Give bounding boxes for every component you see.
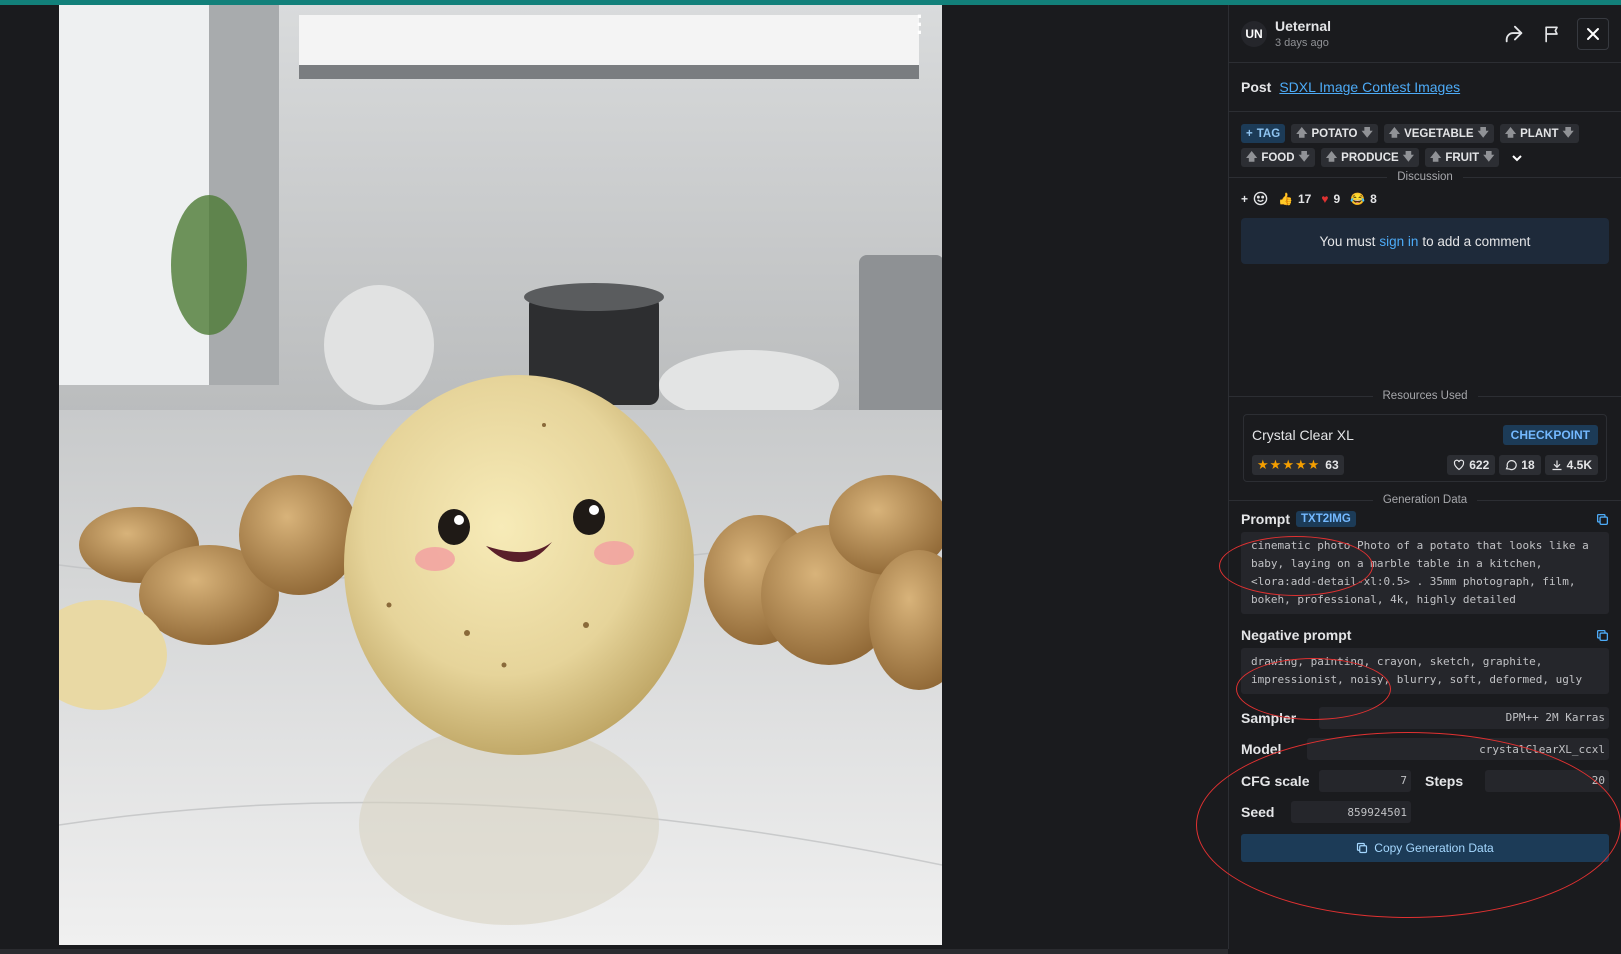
star-icon: ★ [1294,457,1307,472]
downvote-icon[interactable]: 🡇 [1562,124,1573,143]
generation-divider: Generation Data [1229,494,1621,506]
model-label: Model [1241,741,1282,758]
tag-item[interactable]: 🡅 PRODUCE 🡇 [1320,148,1419,167]
upvote-icon[interactable]: 🡅 [1326,148,1337,167]
panel-header: UN Ueternal 3 days ago [1229,5,1621,63]
plus-icon: + [1241,191,1249,206]
discussion-divider: Discussion [1229,171,1621,183]
tag-item[interactable]: 🡅 POTATO 🡇 [1291,124,1378,143]
resources-divider: Resources Used [1229,390,1621,402]
generated-image [59,5,942,945]
rating-count: 63 [1325,458,1339,472]
heart-icon: ♥ [1321,191,1329,206]
copy-generation-data-button[interactable]: Copy Generation Data [1241,834,1609,862]
star-icon: ★ [1269,457,1282,472]
steps-label: Steps [1425,772,1464,789]
signin-link[interactable]: sign in [1379,234,1418,249]
post-date: 3 days ago [1275,37,1329,49]
negative-prompt-text: drawing, painting, crayon, sketch, graph… [1241,648,1609,694]
resource-stats: 622 18 4.5K [1447,455,1598,475]
post-link[interactable]: SDXL Image Contest Images [1279,79,1460,95]
cfg-value: 7 [1319,769,1411,792]
star-icon: ★ [1257,457,1269,472]
downvote-icon[interactable]: 🡇 [1483,148,1494,167]
star-icon: ★ [1282,457,1294,472]
copy-icon [1357,842,1368,854]
sampler-label: Sampler [1241,709,1297,726]
download-icon [1552,460,1562,471]
star-icon: ★ [1307,457,1320,472]
comment-icon [1505,460,1518,471]
header-actions [1501,17,1609,50]
upvote-icon[interactable]: 🡅 [1505,124,1516,143]
reaction-laugh[interactable]: 😂 8 [1350,192,1377,206]
resource-name[interactable]: Crystal Clear XL [1252,427,1354,443]
scrollbar-track[interactable] [0,949,1228,954]
prompt-header: Prompt TXT2IMG [1241,506,1609,532]
tag-item[interactable]: 🡅 PLANT 🡇 [1499,124,1579,143]
upvote-icon[interactable]: 🡅 [1389,124,1400,143]
seed-row: Seed 859924501 [1241,797,1609,829]
likes-stat: 622 [1447,455,1496,475]
cfg-steps-row: CFG scale 7 Steps 20 [1241,765,1609,797]
smiley-icon [1253,191,1268,206]
rating: ★ ★ ★ ★ ★ 63 [1252,455,1344,475]
steps-value: 20 [1485,769,1609,792]
image-viewer: · · · [0,5,1228,954]
seed-label: Seed [1241,804,1275,821]
add-tag-button[interactable]: + TAG [1241,124,1286,143]
reaction-heart[interactable]: ♥ 9 [1321,192,1340,206]
negative-prompt-header: Negative prompt [1241,622,1609,648]
heart-outline-icon [1454,459,1465,471]
share-icon[interactable] [1501,21,1527,47]
close-button[interactable] [1577,17,1609,50]
comments-area [1229,264,1621,390]
resource-card[interactable]: Crystal Clear XL CHECKPOINT ★ ★ ★ ★ ★ 63… [1243,414,1607,482]
tag-item[interactable]: 🡅 FRUIT 🡇 [1425,148,1500,167]
close-icon [1587,27,1599,40]
username[interactable]: Ueternal [1275,18,1331,34]
upvote-icon[interactable]: 🡅 [1430,148,1441,167]
downvote-icon[interactable]: 🡇 [1403,148,1414,167]
copy-icon[interactable] [1596,513,1609,526]
thumbs-up-icon: 👍 [1278,191,1293,206]
plus-icon: + [1246,127,1253,140]
generation-data: Prompt TXT2IMG cinematic photo Photo of a… [1229,506,1621,828]
cfg-label: CFG scale [1241,772,1310,789]
downvote-icon[interactable]: 🡇 [1478,124,1489,143]
laugh-icon: 😂 [1350,191,1366,206]
resource-type-badge: CHECKPOINT [1502,425,1598,445]
model-value: crystalClearXL_ccxl [1307,738,1609,761]
image-menu-button[interactable]: · · · [910,6,930,44]
comments-stat: 18 [1499,455,1541,475]
tag-list: + TAG 🡅 POTATO 🡇 🡅 VEGETABLE 🡇 🡅 PLANT 🡇 🡅 FOOD 🡇… [1229,112,1621,171]
seed-value: 859924501 [1291,801,1411,824]
chevron-down-icon[interactable] [1505,148,1529,167]
downvote-icon[interactable]: 🡇 [1299,148,1310,167]
reaction-thumbs-up[interactable]: 👍 17 [1278,192,1311,206]
reactions-bar: + 👍 17 ♥ 9 😂 8 [1229,183,1621,214]
prompt-label: Prompt [1241,511,1290,527]
sampler-value: DPM++ 2M Karras [1319,706,1609,729]
upvote-icon[interactable]: 🡅 [1246,148,1257,167]
post-row: Post SDXL Image Contest Images [1229,63,1621,112]
downvote-icon[interactable]: 🡇 [1361,124,1372,143]
tag-item[interactable]: 🡅 VEGETABLE 🡇 [1383,124,1494,143]
tag-item[interactable]: 🡅 FOOD 🡇 [1241,148,1315,167]
model-row: Model crystalClearXL_ccxl [1241,734,1609,766]
copy-icon[interactable] [1596,629,1609,642]
sampler-row: Sampler DPM++ 2M Karras [1241,702,1609,734]
flag-icon[interactable] [1539,21,1565,47]
prompt-type-badge: TXT2IMG [1296,511,1356,527]
user-info: Ueternal 3 days ago [1275,18,1331,49]
add-reaction-button[interactable]: + [1241,191,1268,206]
avatar[interactable]: UN [1241,20,1267,47]
negative-prompt-label: Negative prompt [1241,627,1352,643]
details-panel: UN Ueternal 3 days ago Post SDXL Image C… [1228,5,1621,949]
signin-prompt: You must sign in to add a comment [1241,218,1609,264]
downloads-stat: 4.5K [1544,455,1598,475]
prompt-text: cinematic photo Photo of a potato that l… [1241,532,1609,614]
post-label: Post [1241,79,1272,95]
upvote-icon[interactable]: 🡅 [1296,124,1307,143]
